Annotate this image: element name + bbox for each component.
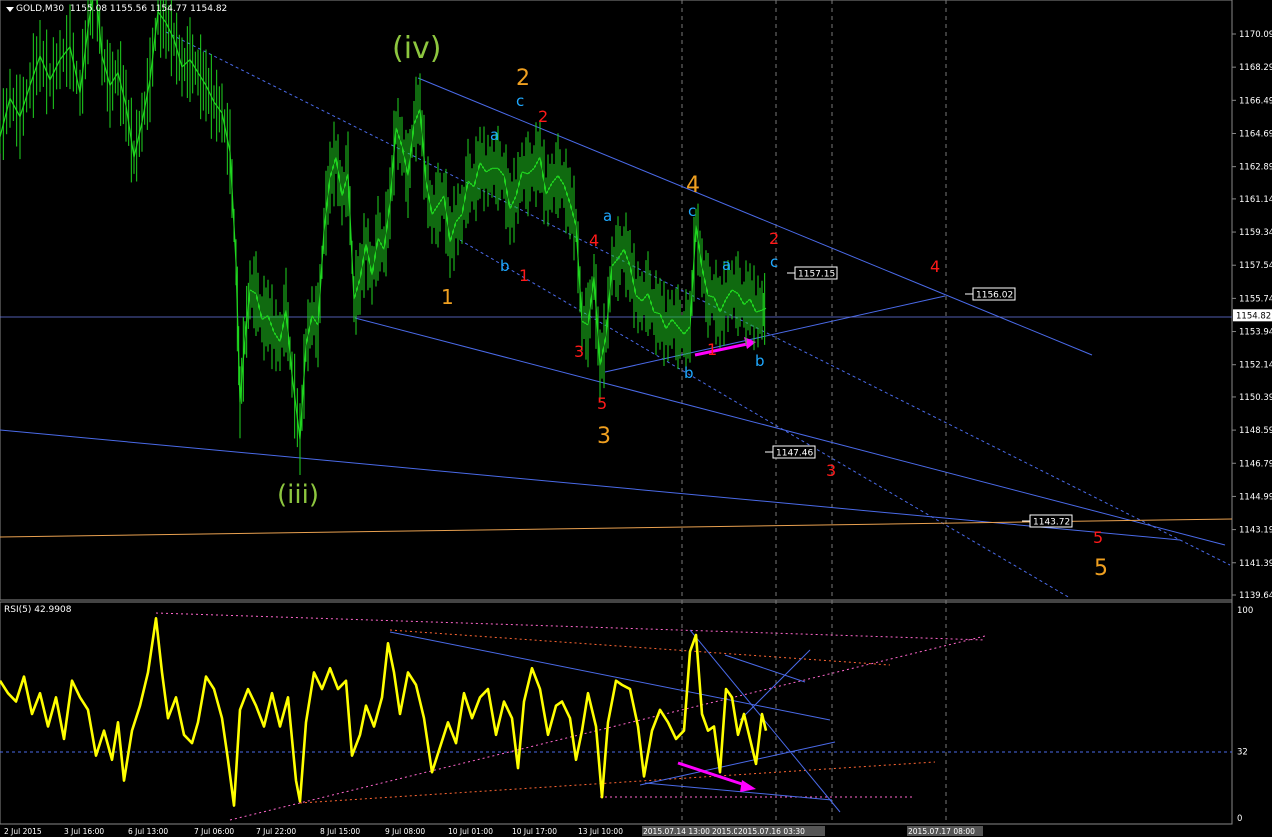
price-tick-label: 1170.09 xyxy=(1239,30,1272,40)
price-tick-label: 1146.79 xyxy=(1239,459,1272,469)
ohlc-values: 1155.08 1155.56 1154.77 1154.82 xyxy=(69,4,228,14)
wave-label: a xyxy=(722,256,731,274)
price-tick-label: 1155.74 xyxy=(1239,294,1272,304)
rsi-tick-label: 32 xyxy=(1237,747,1248,757)
price-tick-label: 1148.59 xyxy=(1239,426,1272,436)
time-ticks: 2 Jul 2015 3 Jul 16:00 6 Jul 13:00 7 Jul 06… xyxy=(4,826,983,836)
rsi-header: RSI(5) 42.9908 xyxy=(4,605,71,615)
time-tick-label: 7 Jul 06:00 xyxy=(194,827,234,836)
price-tick-label: 1168.29 xyxy=(1239,63,1272,73)
wave-label: 4 xyxy=(686,173,700,198)
time-tick-label: 2015.07.17 08:00 xyxy=(908,827,975,836)
time-tick-label: 6 Jul 13:00 xyxy=(128,827,168,836)
time-tick-label: 3 Jul 16:00 xyxy=(64,827,104,836)
wave-label: 5 xyxy=(1094,556,1108,581)
price-label-text: 1156.02 xyxy=(976,291,1013,301)
rsi-label: RSI(5) 42.9908 xyxy=(4,605,72,615)
trendline-upper-channel xyxy=(417,77,1093,356)
time-tick-label: 2 Jul 2015 xyxy=(4,827,42,836)
chart-frame xyxy=(0,0,1233,825)
wave-label: 4 xyxy=(589,231,599,250)
chart-header: GOLD,M30 1155.08 1155.56 1154.77 1154.82 xyxy=(16,4,227,14)
price-tick-label: 1159.34 xyxy=(1239,228,1272,238)
wave-label: 2 xyxy=(538,107,548,126)
price-tick-label: 1141.39 xyxy=(1239,559,1272,569)
wave-label: (iii) xyxy=(277,480,319,510)
wave-label: a xyxy=(603,207,612,225)
trendline-lower-channel xyxy=(354,317,1226,546)
wave-label: 5 xyxy=(1093,528,1103,547)
wave-label: a xyxy=(490,126,499,144)
wave-label: 3 xyxy=(574,342,584,361)
price-tick-label: 1166.49 xyxy=(1239,96,1272,106)
time-tick-label: 7 Jul 22:00 xyxy=(256,827,296,836)
price-tick-label: 1144.99 xyxy=(1239,492,1272,502)
price-label-text: 1143.72 xyxy=(1033,518,1070,528)
price-tick-label: 1150.39 xyxy=(1239,393,1272,403)
price-tick-label: 1143.19 xyxy=(1239,526,1272,536)
price-tick-label: 1164.69 xyxy=(1239,129,1272,139)
time-tick-label: 13 Jul 10:00 xyxy=(578,827,623,836)
chart-canvas[interactable]: 1170.09 1168.29 1166.49 1164.69 1162.89 1161.… xyxy=(0,0,1272,837)
wave-label: c xyxy=(770,253,778,271)
price-bars xyxy=(0,0,766,476)
wave-label: b xyxy=(500,257,510,275)
wave-label: 3 xyxy=(597,424,611,449)
wave-label: 1 xyxy=(441,285,454,309)
wave-label: 1 xyxy=(707,340,717,359)
price-label-text: 1157.15 xyxy=(798,270,835,280)
price-tick-label: 1162.89 xyxy=(1239,163,1272,173)
price-tick-label: 1139.64 xyxy=(1239,591,1272,601)
price-tick-label: 1157.54 xyxy=(1239,261,1272,271)
symbol-title: GOLD,M30 xyxy=(16,4,65,14)
rsi-trendlines xyxy=(0,612,1232,821)
rsi-tick-label: 0 xyxy=(1237,814,1242,824)
rsi-tick-label: 100 xyxy=(1237,606,1253,616)
wave-label: c xyxy=(516,92,524,110)
wave-label: b xyxy=(684,364,694,382)
rsi-series xyxy=(0,617,768,807)
price-tick-label: 1152.14 xyxy=(1239,361,1272,371)
wave-label: b xyxy=(755,352,765,370)
wave-label: c xyxy=(688,202,696,220)
time-tick-label: 10 Jul 01:00 xyxy=(448,827,493,836)
wave-label: 2 xyxy=(516,66,530,91)
time-tick-label: 2015.07.16 03:30 xyxy=(738,827,805,836)
trendline-base xyxy=(0,429,1181,541)
time-tick-label: 2015.07.14 13:00 xyxy=(643,827,710,836)
wave-label: 2 xyxy=(769,229,779,248)
time-tick-label: 9 Jul 08:00 xyxy=(385,827,425,836)
price-tick-label: 1161.14 xyxy=(1239,195,1272,205)
rsi-ticks: 100 32 0 xyxy=(1237,606,1253,824)
wave-label: 3 xyxy=(826,461,836,480)
price-trendlines xyxy=(0,31,1232,599)
current-price-label: 1154.82 xyxy=(1236,311,1271,321)
wave-label: 1 xyxy=(519,266,529,285)
time-tick-label: 10 Jul 17:00 xyxy=(512,827,557,836)
momentum-arrow-rsi-head xyxy=(740,780,756,792)
price-label-boxes: 1157.15 1156.02 1147.46 1143.72 xyxy=(765,266,1073,528)
dropdown-triangle-icon[interactable] xyxy=(6,7,14,12)
wave-label: (iv) xyxy=(392,31,442,66)
price-ticks: 1170.09 1168.29 1166.49 1164.69 1162.89 1161.… xyxy=(1232,30,1272,601)
wave-label: 5 xyxy=(597,394,607,413)
trendline-dashed-mid xyxy=(165,31,1231,566)
price-tick-label: 1153.94 xyxy=(1239,328,1272,338)
time-tick-label: 8 Jul 15:00 xyxy=(320,827,360,836)
wave-label: 4 xyxy=(930,257,940,276)
price-label-text: 1147.46 xyxy=(776,449,813,459)
